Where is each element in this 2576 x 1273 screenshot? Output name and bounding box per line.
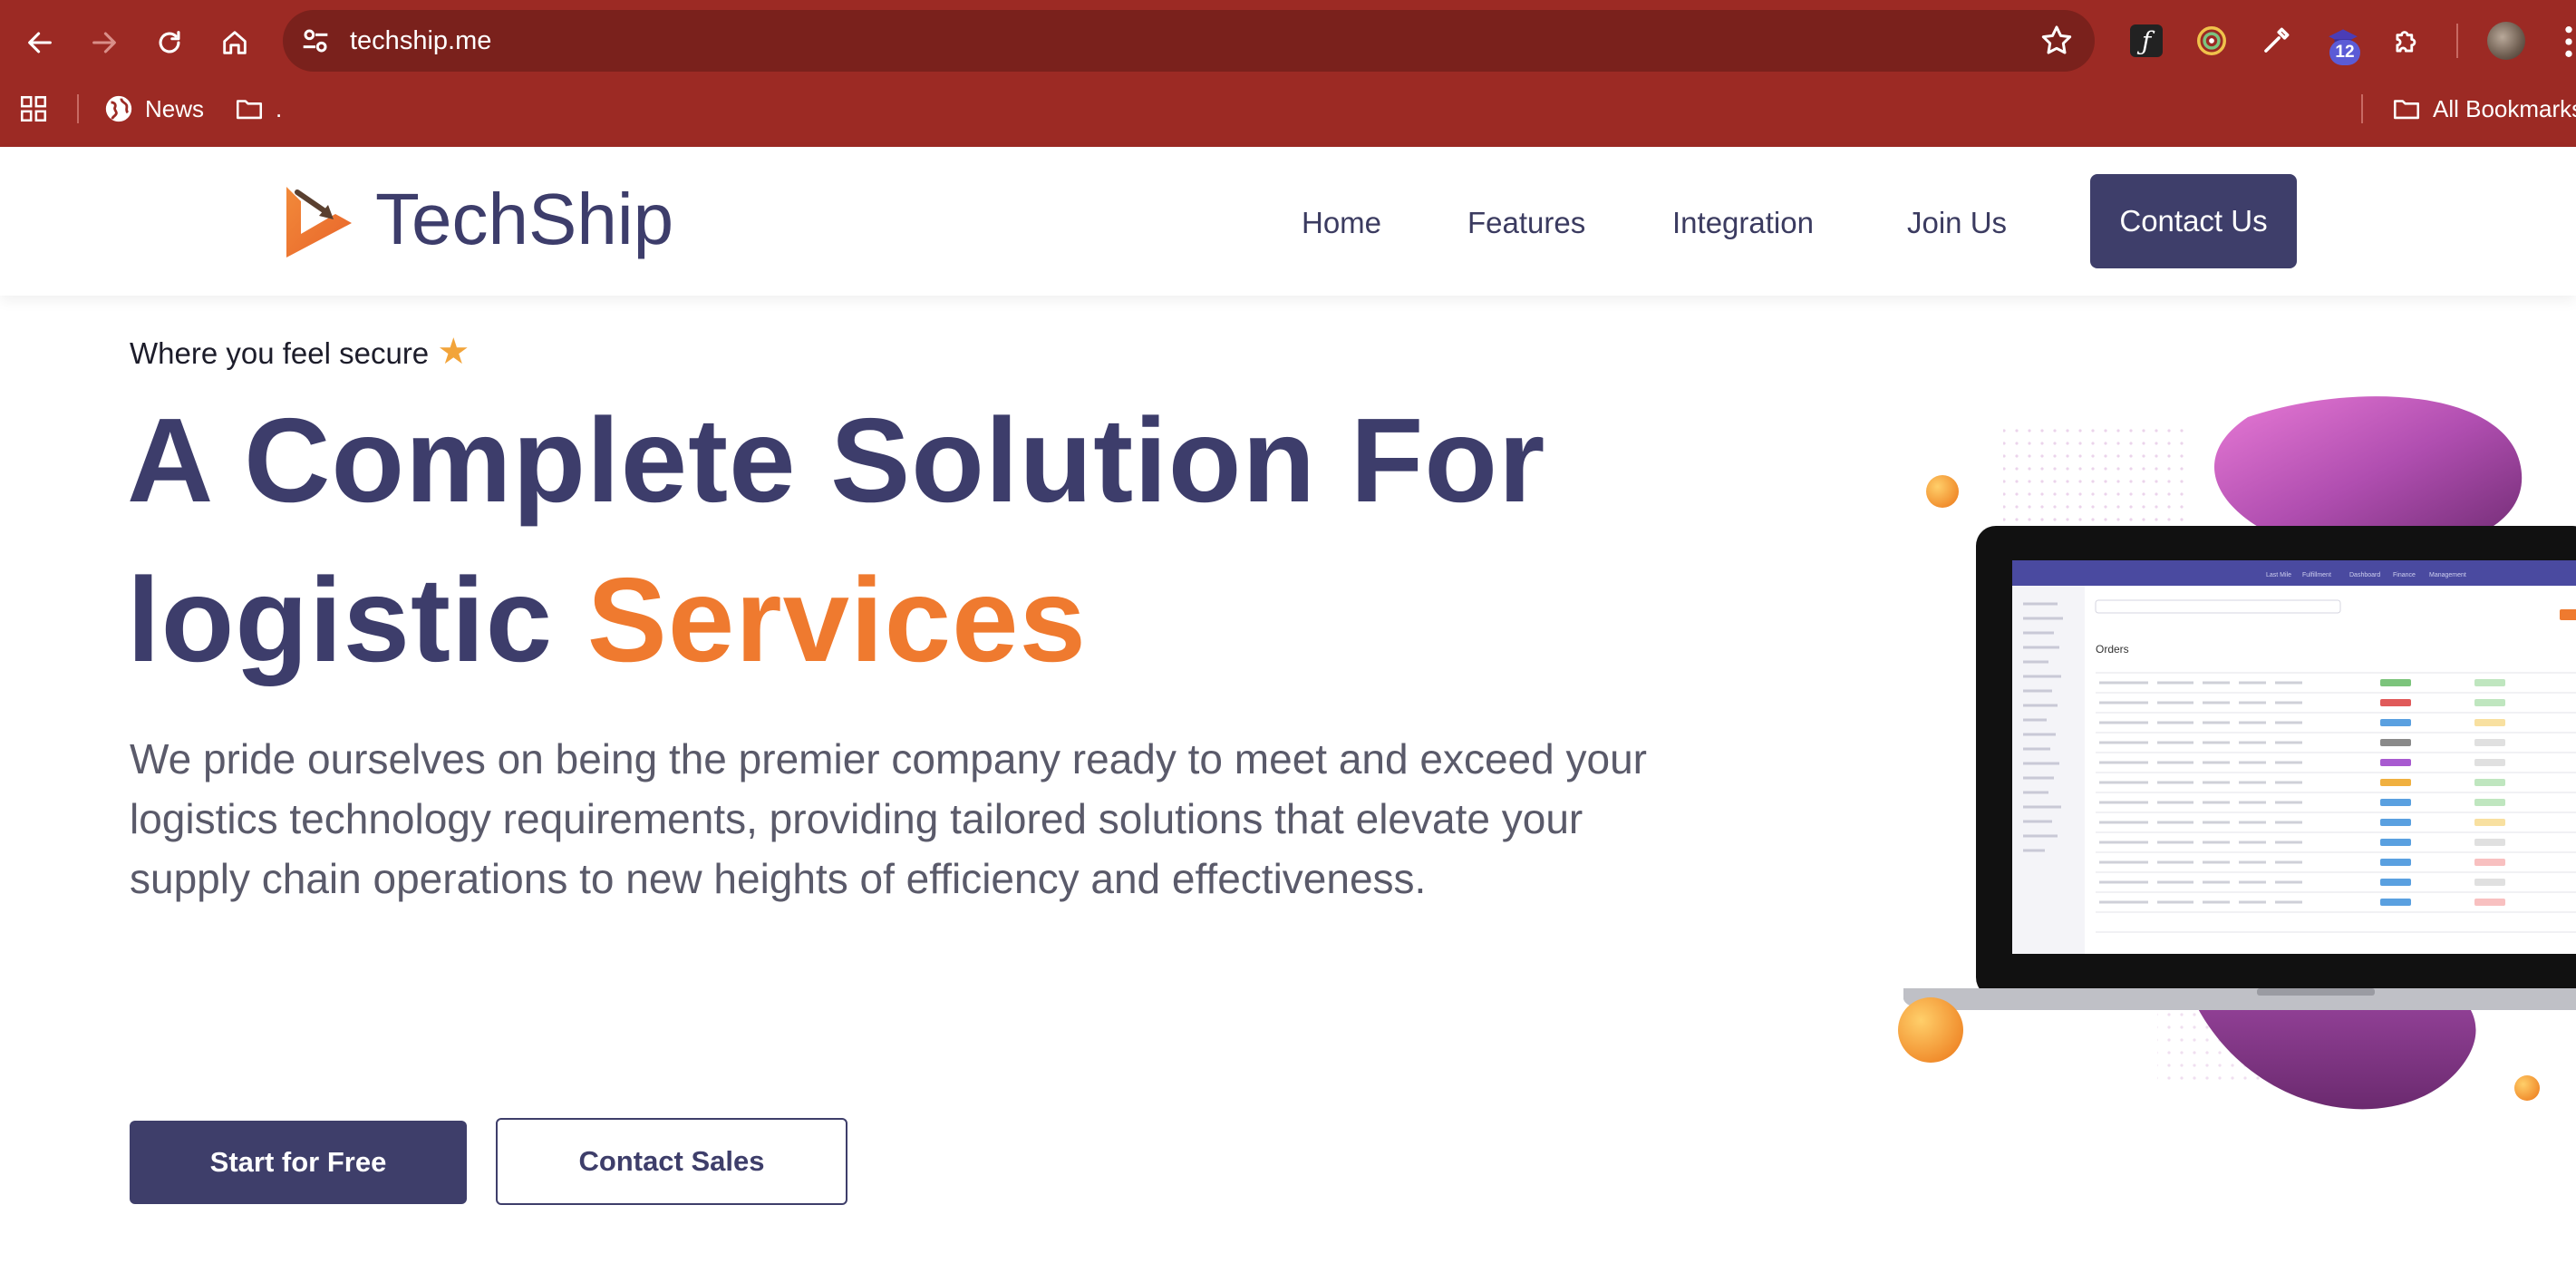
screen-nav-dashboard: Dashboard xyxy=(2349,572,2380,578)
bookmark-news-label: News xyxy=(145,94,205,122)
screen-nav-fulfillment: Fulfillment xyxy=(2302,572,2331,578)
hero-tagline: Where you feel secure ★ xyxy=(130,332,470,374)
globe-icon xyxy=(105,95,132,122)
start-for-free-button[interactable]: Start for Free xyxy=(130,1121,467,1204)
bookmark-news[interactable]: News xyxy=(103,89,204,129)
eyedropper-icon xyxy=(2264,27,2290,53)
extension-target[interactable] xyxy=(2191,20,2232,62)
hero-title-accent: Services xyxy=(586,553,1087,686)
reload-icon xyxy=(159,31,180,53)
nav-join-us[interactable]: Join Us xyxy=(1907,203,2007,243)
hero-title-line2: logistic xyxy=(127,553,554,686)
browser-chrome: techship.me ƒ 12 News . All Bookmarks xyxy=(0,0,2576,147)
extensions-menu-button[interactable] xyxy=(2387,20,2428,62)
laptop-illustration: Last Mile Fulfillment Dashboard Finance … xyxy=(1898,396,2576,1110)
bookmark-folder-label: . xyxy=(276,94,283,122)
bookmark-folder[interactable]: . xyxy=(234,89,282,129)
function-icon: ƒ xyxy=(2130,24,2163,57)
contact-us-button[interactable]: Contact Us xyxy=(2090,174,2297,268)
nav-home[interactable]: Home xyxy=(1302,203,1381,243)
star-icon: ★ xyxy=(437,332,470,372)
extension-badge: 12 xyxy=(2329,40,2360,65)
nav-features[interactable]: Features xyxy=(1467,203,1585,243)
tagline-text: Where you feel secure xyxy=(130,336,430,370)
puzzle-icon xyxy=(2396,31,2416,53)
bookmarks-divider-right xyxy=(2361,94,2363,123)
folder-icon xyxy=(2393,100,2420,120)
back-button[interactable] xyxy=(17,20,63,65)
bookmark-star-icon[interactable] xyxy=(2039,23,2075,59)
apps-grid-icon xyxy=(20,95,47,122)
forward-button[interactable] xyxy=(82,20,127,65)
home-button[interactable] xyxy=(212,20,257,65)
hero-title: A Complete Solution For logistic Service… xyxy=(127,381,1758,700)
nav-integration[interactable]: Integration xyxy=(1672,203,1814,243)
screen-nav-management: Management xyxy=(2429,572,2466,578)
extension-eyedropper[interactable] xyxy=(2255,20,2297,62)
contact-sales-button[interactable]: Contact Sales xyxy=(496,1118,847,1205)
bookmarks-divider xyxy=(77,94,79,123)
profile-avatar[interactable] xyxy=(2487,22,2525,60)
target-icon xyxy=(2197,26,2226,55)
folder-icon xyxy=(236,100,263,120)
toolbar-divider xyxy=(2456,24,2458,58)
more-menu-icon[interactable] xyxy=(2561,24,2576,60)
techship-logo-icon[interactable] xyxy=(279,181,357,263)
screen-nav-finance: Finance xyxy=(2393,572,2416,578)
address-bar[interactable]: techship.me xyxy=(283,10,2095,72)
hero-title-line1: A Complete Solution For xyxy=(127,394,1546,527)
site-header: TechShip Home Features Integration Join … xyxy=(0,147,2576,296)
all-bookmarks-button[interactable]: All Bookmarks xyxy=(2391,89,2576,129)
apps-button[interactable] xyxy=(18,89,60,129)
screen-nav-last-mile: Last Mile xyxy=(2266,572,2291,578)
screen-heading-orders: Orders xyxy=(2096,643,2129,656)
all-bookmarks-label: All Bookmarks xyxy=(2433,94,2576,122)
url-text[interactable]: techship.me xyxy=(350,23,491,59)
hero-description: We pride ourselves on being the premier … xyxy=(130,735,1647,902)
extension-fx[interactable]: ƒ xyxy=(2126,20,2167,62)
home-icon xyxy=(223,31,247,54)
back-arrow-icon xyxy=(28,32,52,53)
site-info-icon[interactable] xyxy=(297,23,334,59)
forward-arrow-icon xyxy=(92,32,116,53)
brand-name[interactable]: TechShip xyxy=(375,176,673,263)
reload-button[interactable] xyxy=(147,20,192,65)
